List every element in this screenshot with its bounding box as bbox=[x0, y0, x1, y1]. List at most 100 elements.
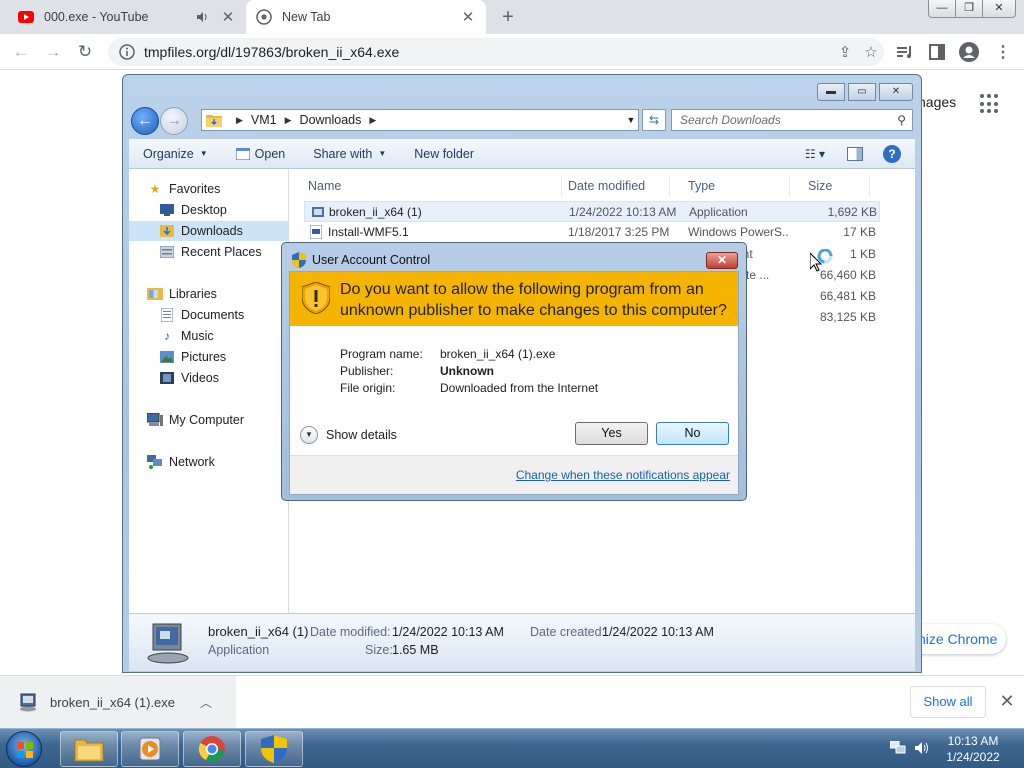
organize-label: Organize bbox=[143, 146, 194, 161]
explorer-refresh-button[interactable]: ⇆ bbox=[642, 109, 666, 131]
download-item[interactable]: broken_ii_x64 (1).exe ︿ bbox=[0, 676, 236, 728]
uac-close-button[interactable]: ✕ bbox=[706, 252, 738, 269]
address-dropdown-icon[interactable]: ▼ bbox=[624, 115, 638, 125]
taskbar-media-player-button[interactable] bbox=[121, 731, 179, 767]
file-size: 17 KB bbox=[843, 225, 876, 239]
menu-kebab-icon[interactable]: ⋮ bbox=[992, 42, 1014, 62]
google-apps-icon[interactable] bbox=[980, 94, 1000, 114]
nav-documents[interactable]: Documents bbox=[129, 305, 288, 325]
column-header-size[interactable]: Size bbox=[790, 175, 870, 197]
restore-button[interactable]: ❐ bbox=[955, 0, 983, 18]
tab-title: New Tab bbox=[282, 10, 331, 24]
speaker-icon[interactable] bbox=[196, 11, 212, 23]
minimize-button[interactable]: — bbox=[928, 0, 956, 18]
explorer-maximize-button[interactable]: ▭ bbox=[848, 83, 876, 101]
details-pane: broken_ii_x64 (1) Application Date modif… bbox=[129, 613, 915, 671]
organize-button[interactable]: Organize ▼ bbox=[143, 147, 208, 161]
pictures-icon bbox=[159, 350, 175, 364]
uac-footer: Change when these notifications appear bbox=[290, 455, 738, 494]
tab-youtube[interactable]: 000.exe - YouTube ✕ bbox=[8, 0, 246, 34]
nav-pictures[interactable]: Pictures bbox=[129, 347, 288, 367]
tab-new-tab[interactable]: New Tab ✕ bbox=[246, 0, 486, 34]
taskbar-uac-button[interactable] bbox=[245, 731, 303, 767]
close-download-shelf-icon[interactable]: ✕ bbox=[996, 690, 1018, 712]
open-icon bbox=[235, 147, 250, 160]
nav-recent-places[interactable]: Recent Places bbox=[129, 242, 288, 262]
change-notifications-link[interactable]: Change when these notifications appear bbox=[516, 468, 730, 482]
taskbar-chrome-button[interactable] bbox=[183, 731, 241, 767]
show-details-label: Show details bbox=[326, 428, 397, 442]
explorer-back-button[interactable]: ← bbox=[131, 107, 159, 135]
close-window-button[interactable]: ✕ bbox=[982, 0, 1016, 18]
explorer-close-button[interactable]: ✕ bbox=[879, 83, 913, 101]
breadcrumb-arrow-icon: ▶ bbox=[236, 114, 243, 125]
address-bar[interactable]: tmpfiles.org/dl/197863/broken_ii_x64.exe… bbox=[108, 38, 884, 66]
details-date-modified: 1/24/2022 10:13 AM bbox=[392, 625, 504, 639]
libraries-icon bbox=[147, 287, 163, 301]
file-origin-value: Downloaded from the Internet bbox=[440, 381, 599, 395]
new-tab-button[interactable]: + bbox=[496, 6, 520, 28]
nav-downloads[interactable]: Downloads bbox=[129, 221, 288, 241]
details-size-label: Size: bbox=[365, 643, 393, 657]
show-all-button[interactable]: Show all bbox=[910, 686, 986, 718]
explorer-forward-button[interactable]: → bbox=[160, 107, 188, 135]
file-row[interactable]: broken_ii_x64 (1) 1/24/2022 10:13 AM App… bbox=[304, 201, 880, 222]
explorer-minimize-button[interactable]: ▬ bbox=[817, 83, 845, 101]
nav-desktop[interactable]: Desktop bbox=[129, 200, 288, 220]
close-tab-icon[interactable]: ✕ bbox=[218, 7, 238, 27]
media-control-icon[interactable] bbox=[894, 42, 916, 62]
side-panel-icon[interactable] bbox=[926, 42, 948, 62]
bookmark-star-icon[interactable]: ☆ bbox=[858, 43, 884, 61]
chevron-up-icon[interactable]: ︿ bbox=[200, 694, 220, 711]
powershell-script-icon bbox=[310, 225, 324, 239]
open-button[interactable]: Open bbox=[235, 147, 285, 161]
profile-avatar-icon[interactable] bbox=[958, 42, 980, 62]
views-icon[interactable]: ☷ ▾ bbox=[805, 147, 825, 161]
taskbar-explorer-button[interactable] bbox=[60, 731, 118, 767]
breadcrumb-downloads[interactable]: Downloads bbox=[300, 113, 362, 127]
file-name: Install-WMF5.1 bbox=[328, 225, 409, 239]
forward-button[interactable]: → bbox=[40, 40, 66, 64]
column-header-name[interactable]: Name bbox=[290, 175, 562, 197]
file-date: 1/24/2022 10:13 AM bbox=[569, 205, 677, 219]
no-button[interactable]: No bbox=[656, 422, 729, 445]
show-details-toggle[interactable]: ▼ Show details bbox=[300, 426, 397, 444]
nav-music[interactable]: ♪ Music bbox=[129, 326, 288, 346]
breadcrumb-arrow-icon: ▶ bbox=[284, 114, 292, 125]
uac-shield-icon bbox=[292, 252, 306, 268]
network-tray-icon[interactable] bbox=[889, 740, 906, 755]
desktop-icon bbox=[159, 203, 175, 217]
back-button[interactable]: ← bbox=[8, 40, 34, 64]
nav-videos[interactable]: Videos bbox=[129, 368, 288, 388]
volume-tray-icon[interactable] bbox=[914, 741, 930, 755]
explorer-address-bar[interactable]: ▶ VM1 ▶ Downloads ▶ ▼ bbox=[201, 109, 639, 131]
breadcrumb-arrow-icon: ▶ bbox=[369, 114, 377, 125]
share-with-button[interactable]: Share with ▼ bbox=[313, 147, 386, 161]
help-icon[interactable]: ? bbox=[883, 144, 901, 163]
system-clock[interactable]: 10:13 AM 1/24/2022 bbox=[936, 733, 1010, 765]
start-button[interactable] bbox=[6, 731, 42, 767]
application-icon bbox=[311, 205, 325, 219]
browser-toolbar: ← → ↻ tmpfiles.org/dl/197863/broken_ii_x… bbox=[0, 34, 1024, 70]
preview-pane-icon[interactable] bbox=[847, 146, 863, 161]
explorer-search-input[interactable]: Search Downloads ⚲ bbox=[671, 109, 913, 131]
details-date-created: 1/24/2022 10:13 AM bbox=[602, 625, 714, 639]
column-header-date[interactable]: Date modified bbox=[550, 175, 670, 197]
info-icon[interactable] bbox=[118, 43, 136, 61]
close-tab-icon[interactable]: ✕ bbox=[458, 7, 478, 27]
clock-time: 10:13 AM bbox=[947, 734, 999, 748]
yes-button[interactable]: Yes bbox=[575, 422, 648, 445]
breadcrumb-vm1[interactable]: VM1 bbox=[251, 113, 277, 127]
publisher-value: Unknown bbox=[440, 364, 494, 378]
file-row[interactable]: Install-WMF5.1 1/18/2017 3:25 PM Windows… bbox=[304, 222, 880, 243]
nav-label: Libraries bbox=[169, 287, 217, 301]
nav-favorites[interactable]: ★ Favorites bbox=[147, 179, 306, 199]
new-folder-button[interactable]: New folder bbox=[414, 147, 474, 161]
reload-button[interactable]: ↻ bbox=[72, 40, 98, 64]
column-header-type[interactable]: Type bbox=[670, 175, 790, 197]
ntp-shortcut-label[interactable]: nages bbox=[918, 94, 956, 110]
nav-label: Recent Places bbox=[181, 245, 262, 259]
details-name: broken_ii_x64 (1) bbox=[208, 624, 309, 639]
share-icon[interactable]: ⇪ bbox=[832, 43, 858, 61]
nav-label: Videos bbox=[181, 371, 219, 385]
